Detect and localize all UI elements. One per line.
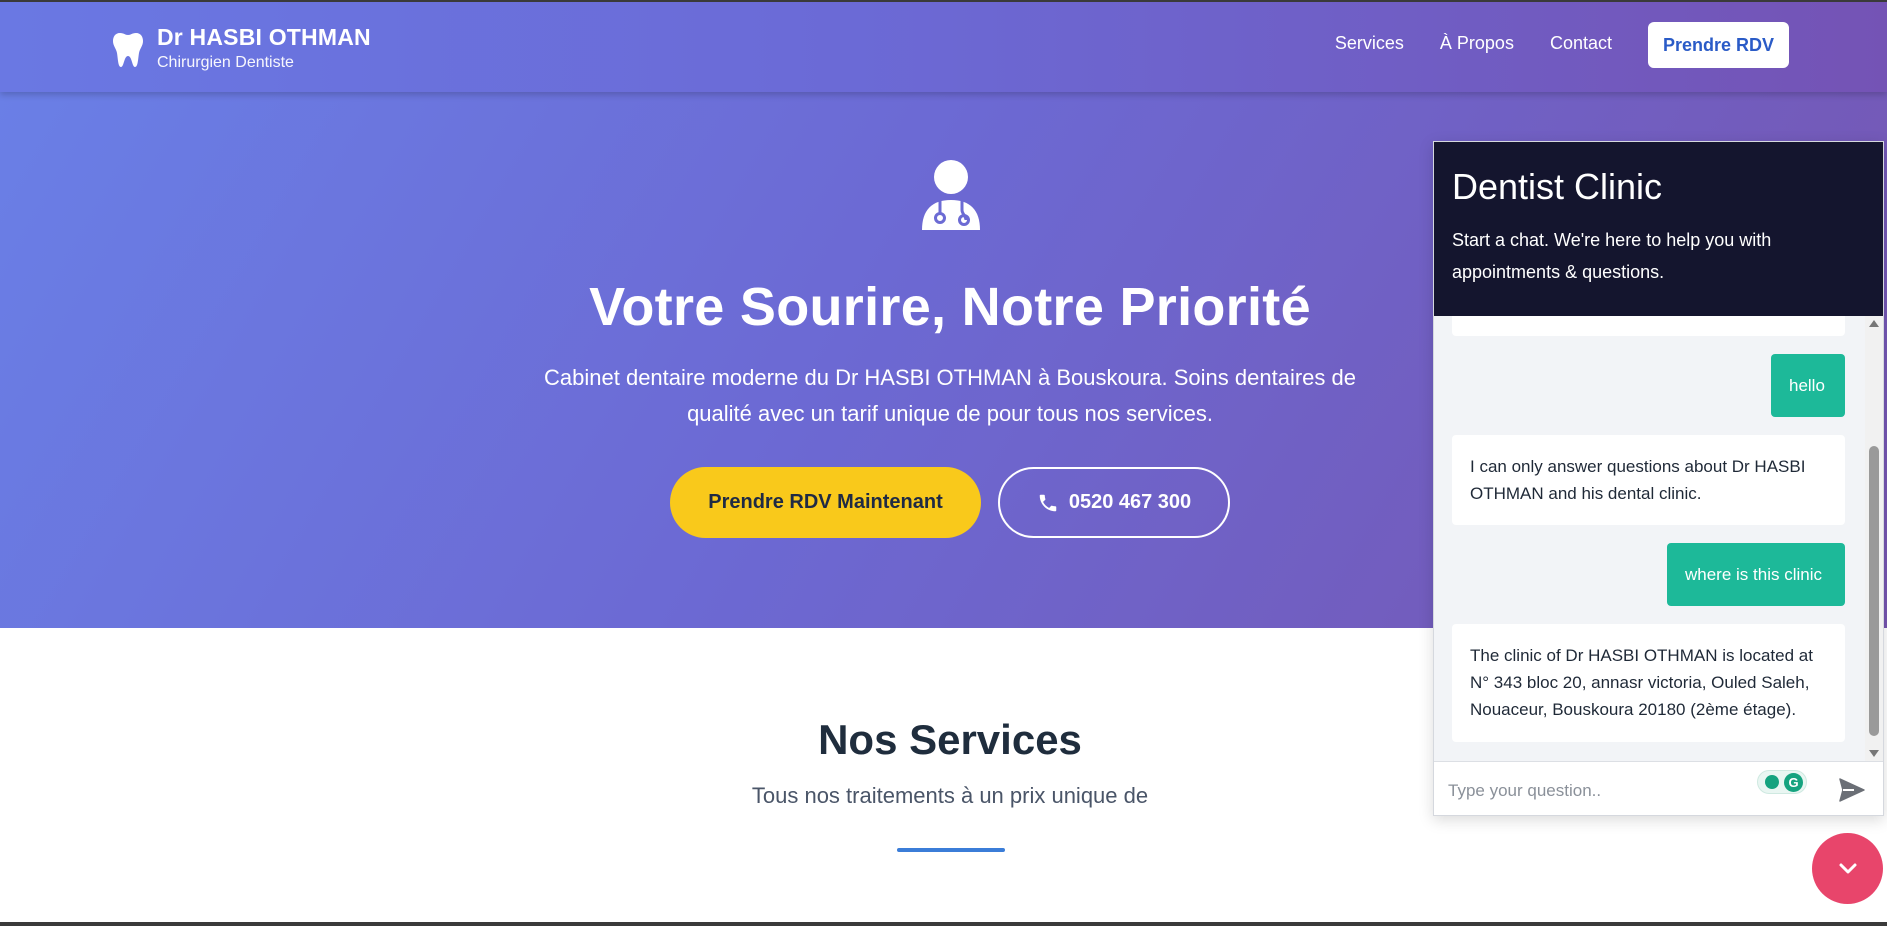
- book-appointment-button[interactable]: Prendre RDV: [1648, 22, 1789, 68]
- nav-link-about[interactable]: À Propos: [1440, 33, 1514, 54]
- scroll-thumb[interactable]: [1869, 446, 1879, 736]
- phone-icon: [1039, 494, 1057, 511]
- chat-message-bot: The clinic of Dr HASBI OTHMAN is located…: [1452, 624, 1845, 742]
- chat-message-bot: [1452, 316, 1845, 336]
- brand-name: Dr HASBI OTHMAN: [157, 24, 371, 50]
- chat-message-user: where is this clinic: [1667, 543, 1845, 606]
- site-header: Dr HASBI OTHMAN Chirurgien Dentiste Serv…: [0, 0, 1887, 92]
- nav-link-contact[interactable]: Contact: [1550, 33, 1612, 54]
- chat-title: Dentist Clinic: [1452, 166, 1663, 207]
- send-icon[interactable]: [1838, 776, 1866, 804]
- brand-text: Dr HASBI OTHMAN Chirurgien Dentiste: [157, 22, 371, 74]
- brand-subtitle: Chirurgien Dentiste: [157, 54, 294, 71]
- window-bottom-edge: [0, 922, 1887, 926]
- main-nav: Services À Propos Contact Prendre RDV: [1335, 2, 1887, 94]
- chat-message-bot: I can only answer questions about Dr HAS…: [1452, 435, 1845, 525]
- doctor-icon: [922, 160, 980, 230]
- grammarly-badge[interactable]: G: [1757, 770, 1807, 794]
- book-now-button[interactable]: Prendre RDV Maintenant: [670, 467, 981, 538]
- nav-link-services[interactable]: Services: [1335, 33, 1404, 54]
- chat-toggle-button[interactable]: [1812, 833, 1883, 904]
- chat-header: Dentist Clinic Start a chat. We're here …: [1434, 142, 1883, 316]
- chat-messages[interactable]: hello I can only answer questions about …: [1434, 316, 1883, 761]
- brand[interactable]: Dr HASBI OTHMAN Chirurgien Dentiste: [113, 22, 371, 74]
- scroll-up-arrow-icon[interactable]: [1869, 320, 1879, 327]
- chat-description: Start a chat. We're here to help you wit…: [1452, 230, 1772, 282]
- chat-widget: Dentist Clinic Start a chat. We're here …: [1433, 141, 1884, 816]
- phone-number: 0520 467 300: [1068, 491, 1192, 513]
- section-divider: [897, 848, 1005, 852]
- chat-message-user: hello: [1771, 354, 1845, 417]
- chat-input-row: G: [1434, 761, 1883, 815]
- chevron-down-icon: [1839, 863, 1856, 873]
- tooth-icon: [113, 33, 143, 67]
- chat-scrollbar[interactable]: [1865, 316, 1883, 761]
- chat-input[interactable]: [1448, 778, 1788, 804]
- scroll-down-arrow-icon[interactable]: [1869, 750, 1879, 757]
- hero-description: Cabinet dentaire moderne du Dr HASBI OTH…: [544, 365, 1356, 426]
- lightbulb-icon: [1765, 775, 1779, 789]
- phone-button[interactable]: 0520 467 300: [998, 467, 1230, 538]
- grammarly-icon: G: [1784, 773, 1803, 792]
